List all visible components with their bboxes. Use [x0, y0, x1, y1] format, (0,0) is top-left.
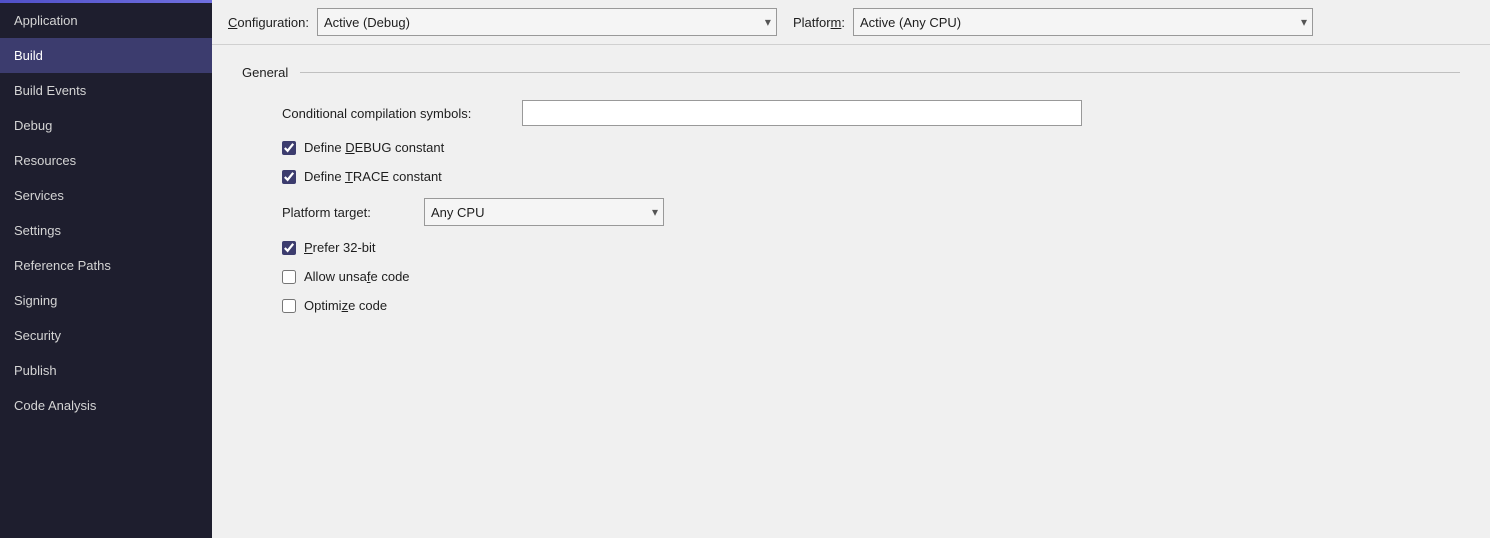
main-content: Configuration: Active (Debug) Debug Rele… [212, 0, 1490, 538]
sidebar-item-signing[interactable]: Signing [0, 283, 212, 318]
platform-target-select[interactable]: Any CPU x86 x64 Itanium [424, 198, 664, 226]
general-section-title: General [242, 65, 288, 80]
prefer-32bit-row: Prefer 32-bit [242, 240, 1460, 255]
conditional-symbols-row: Conditional compilation symbols: [242, 100, 1460, 126]
sidebar-item-debug[interactable]: Debug [0, 108, 212, 143]
configuration-group: Configuration: Active (Debug) Debug Rele… [228, 8, 777, 36]
sidebar-item-settings[interactable]: Settings [0, 213, 212, 248]
optimize-code-label: Optimize code [304, 298, 387, 313]
sidebar-item-code-analysis[interactable]: Code Analysis [0, 388, 212, 423]
sidebar-item-resources[interactable]: Resources [0, 143, 212, 178]
sidebar-item-services[interactable]: Services [0, 178, 212, 213]
prefer-32bit-checkbox[interactable] [282, 241, 296, 255]
sidebar: Application Build Build Events Debug Res… [0, 0, 212, 538]
define-trace-row: Define TRACE constant [242, 169, 1460, 184]
define-trace-label: Define TRACE constant [304, 169, 442, 184]
platform-target-label: Platform target: [282, 205, 412, 220]
configuration-label: Configuration: [228, 15, 309, 30]
sidebar-item-security[interactable]: Security [0, 318, 212, 353]
prefer-32bit-label: Prefer 32-bit [304, 240, 376, 255]
platform-target-row: Platform target: Any CPU x86 x64 Itanium [242, 198, 1460, 226]
allow-unsafe-label: Allow unsafe code [304, 269, 410, 284]
configuration-select-wrapper: Active (Debug) Debug Release All Configu… [317, 8, 777, 36]
platform-target-select-wrapper: Any CPU x86 x64 Itanium [424, 198, 664, 226]
general-section-header: General [242, 65, 1460, 80]
sidebar-item-build-events[interactable]: Build Events [0, 73, 212, 108]
platform-select[interactable]: Active (Any CPU) Any CPU x86 x64 [853, 8, 1313, 36]
define-debug-label: Define DEBUG constant [304, 140, 444, 155]
define-trace-checkbox[interactable] [282, 170, 296, 184]
platform-select-wrapper: Active (Any CPU) Any CPU x86 x64 [853, 8, 1313, 36]
sidebar-item-reference-paths[interactable]: Reference Paths [0, 248, 212, 283]
sidebar-item-application[interactable]: Application [0, 3, 212, 38]
configuration-select[interactable]: Active (Debug) Debug Release All Configu… [317, 8, 777, 36]
platform-label: Platform: [793, 15, 845, 30]
allow-unsafe-checkbox[interactable] [282, 270, 296, 284]
section-divider [300, 72, 1460, 73]
define-debug-row: Define DEBUG constant [242, 140, 1460, 155]
sidebar-item-publish[interactable]: Publish [0, 353, 212, 388]
config-bar: Configuration: Active (Debug) Debug Rele… [212, 0, 1490, 45]
conditional-symbols-label: Conditional compilation symbols: [282, 106, 522, 121]
define-debug-checkbox[interactable] [282, 141, 296, 155]
content-area: General Conditional compilation symbols:… [212, 45, 1490, 538]
optimize-code-checkbox[interactable] [282, 299, 296, 313]
conditional-symbols-input[interactable] [522, 100, 1082, 126]
allow-unsafe-row: Allow unsafe code [242, 269, 1460, 284]
optimize-code-row: Optimize code [242, 298, 1460, 313]
platform-group: Platform: Active (Any CPU) Any CPU x86 x… [793, 8, 1313, 36]
sidebar-item-build[interactable]: Build [0, 38, 212, 73]
